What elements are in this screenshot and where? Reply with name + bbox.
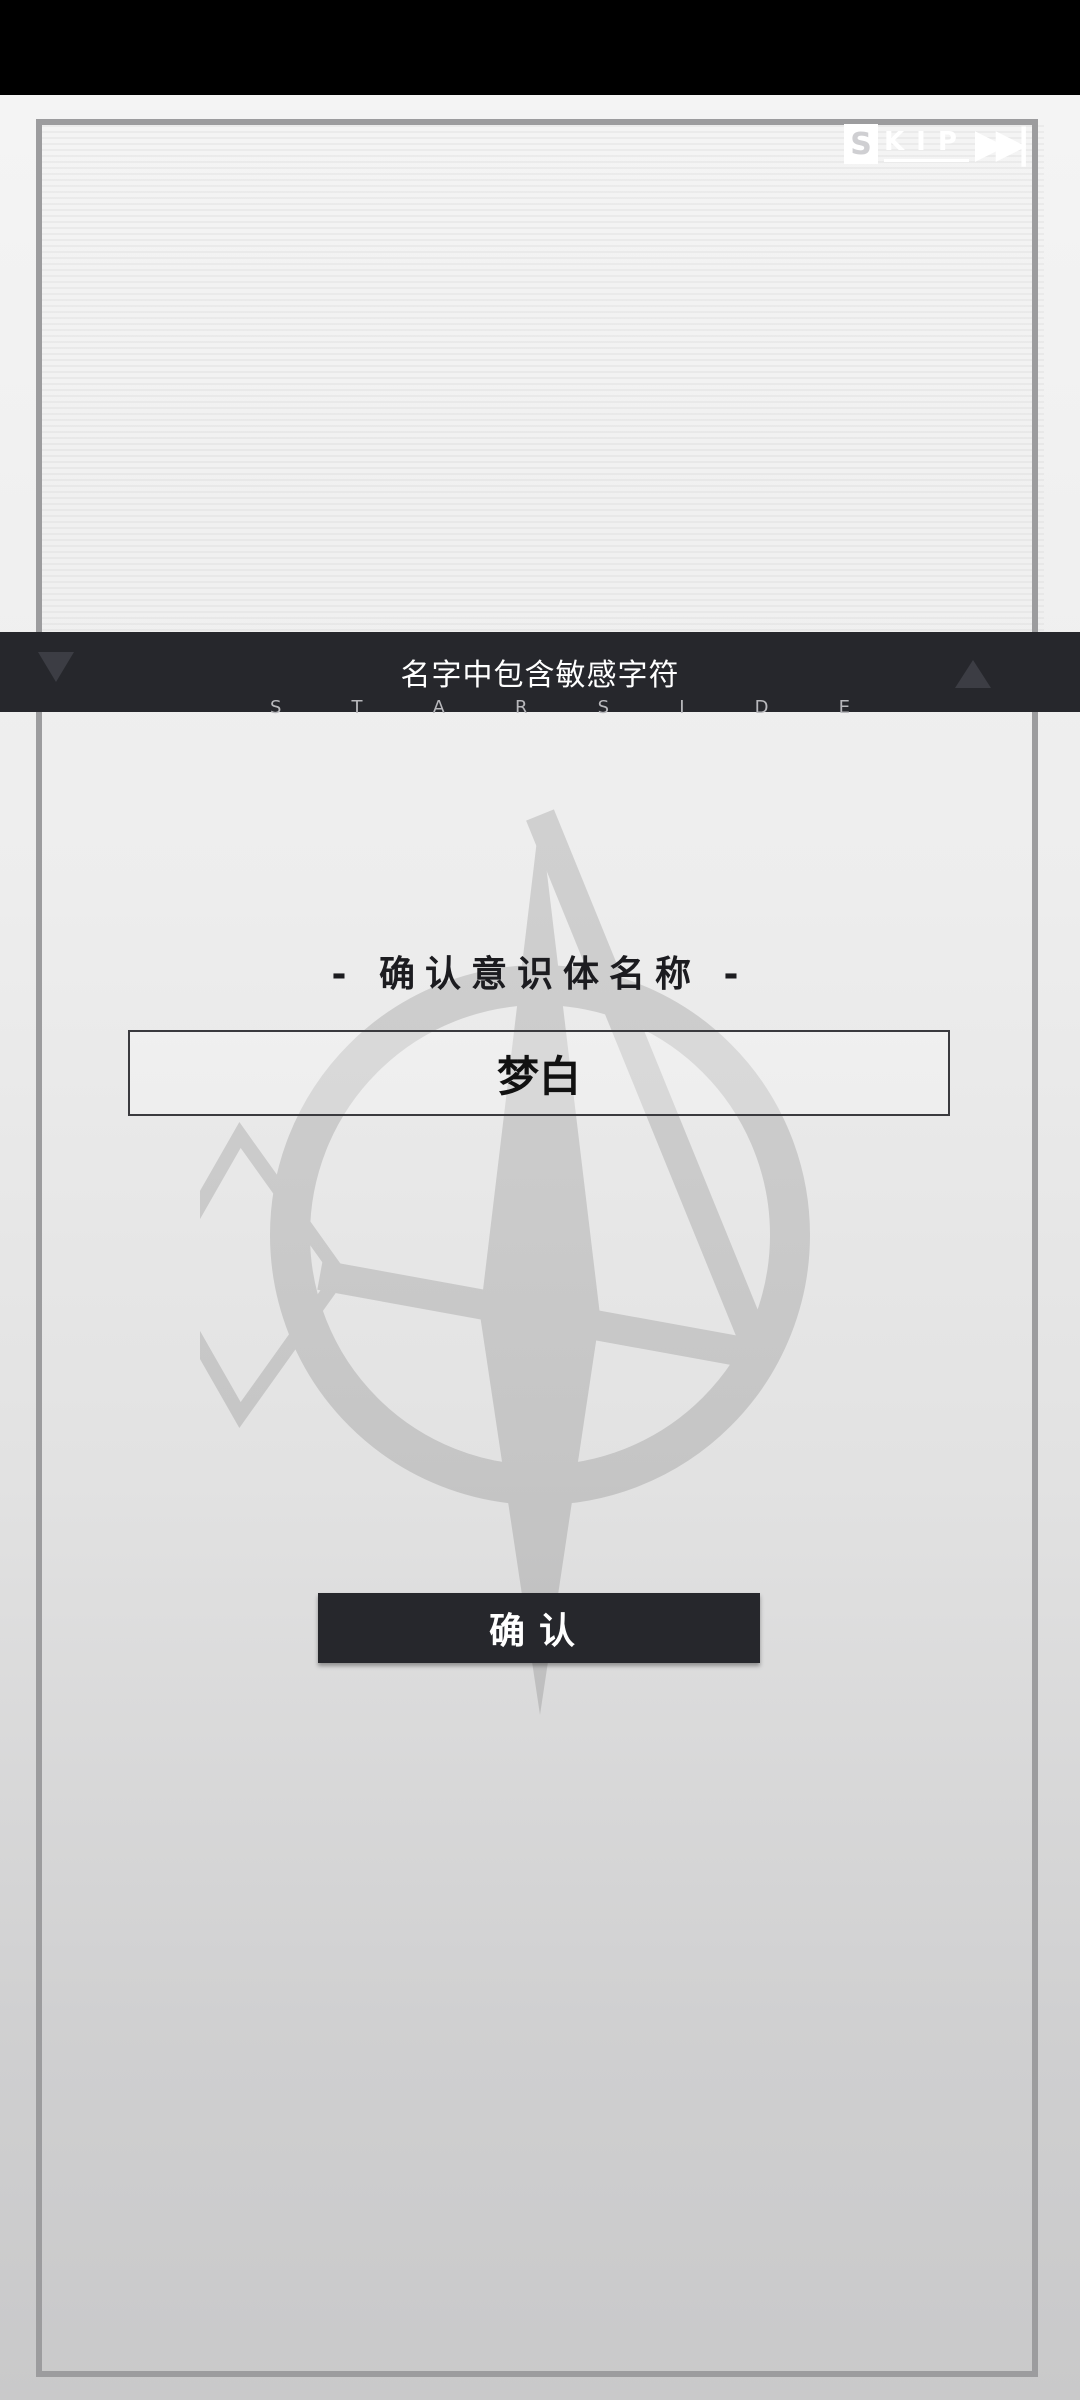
triangle-up-icon xyxy=(955,660,991,688)
skip-letter-s: S xyxy=(844,124,878,164)
subtitle-letter: S xyxy=(597,697,610,718)
status-bar xyxy=(0,0,1080,95)
subtitle-letter: R xyxy=(515,697,528,718)
subtitle-letter: I xyxy=(679,697,685,718)
subtitle-letter: S xyxy=(270,697,282,718)
subtitle-letter: E xyxy=(838,697,850,718)
confirm-button[interactable]: 确认 xyxy=(318,1593,760,1663)
name-input-field[interactable]: 梦白 xyxy=(128,1030,950,1116)
subtitle-letter: T xyxy=(351,697,363,718)
fast-forward-icon: ▶▶| xyxy=(974,121,1031,167)
triangle-down-icon xyxy=(38,652,74,682)
game-screen: S KIP ▶▶| 名字中包含敏感字符 S T A R S I D E - 确认… xyxy=(0,95,1080,2400)
outer-frame xyxy=(36,119,1038,2377)
subtitle-letter: D xyxy=(754,697,769,718)
starside-subtitle: S T A R S I D E xyxy=(270,697,850,718)
skip-button[interactable]: S KIP ▶▶| xyxy=(844,121,1031,167)
subtitle-letter: A xyxy=(432,697,445,718)
error-message: 名字中包含敏感字符 xyxy=(400,658,680,693)
dialog-title: - 确认意识体名称 - xyxy=(331,954,749,995)
skip-label: KIP xyxy=(884,127,969,162)
